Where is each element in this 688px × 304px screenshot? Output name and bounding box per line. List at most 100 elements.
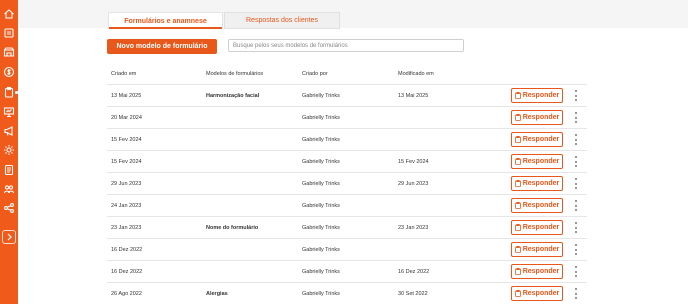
- respond-button[interactable]: Responder: [511, 88, 563, 103]
- respond-button[interactable]: Responder: [511, 110, 563, 125]
- created-by: Gabrielly Trinks: [302, 181, 340, 187]
- table-row[interactable]: 20 Mar 2024 Gabrielly Trinks Responder: [107, 106, 587, 128]
- created-by: Gabrielly Trinks: [302, 247, 340, 253]
- respond-button[interactable]: Responder: [511, 154, 563, 169]
- share-icon[interactable]: [3, 202, 15, 214]
- created-date: 20 Mar 2024: [111, 115, 142, 121]
- table-row[interactable]: 15 Fev 2024 Gabrielly Trinks 15 Fev 2024 Re…: [107, 150, 587, 172]
- created-by: Gabrielly Trinks: [302, 159, 340, 165]
- settings-icon[interactable]: [3, 144, 15, 156]
- tab-client-responses[interactable]: Respostas dos clientes: [224, 12, 340, 29]
- created-date: 29 Jun 2023: [111, 181, 142, 187]
- main-content: Formulários e anamnese Respostas dos cli…: [18, 0, 688, 304]
- created-by: Gabrielly Trinks: [302, 115, 340, 121]
- respond-label: Responder: [522, 224, 560, 231]
- more-options-icon[interactable]: [573, 134, 579, 145]
- clipboard-icon: [514, 158, 521, 165]
- header-modified[interactable]: Modificado em: [398, 71, 434, 77]
- store-icon[interactable]: [3, 46, 15, 58]
- clipboard-icon: [514, 136, 521, 143]
- sidebar: [0, 0, 18, 304]
- more-options-icon[interactable]: [573, 288, 579, 299]
- tab-forms[interactable]: Formulários e anamnese: [108, 12, 223, 29]
- home-icon[interactable]: [3, 8, 15, 20]
- created-date: 15 Fev 2024: [111, 159, 142, 165]
- respond-button[interactable]: Responder: [511, 176, 563, 191]
- created-date: 15 Fev 2024: [111, 137, 142, 143]
- respond-button[interactable]: Responder: [511, 242, 563, 257]
- table-header: Criado em Modelos de formulários Criado …: [107, 71, 587, 81]
- modified-date: 30 Set 2022: [398, 291, 428, 297]
- more-options-icon[interactable]: [573, 178, 579, 189]
- table-row[interactable]: 16 Dez 2022 Gabrielly Trinks 16 Dez 2022 Re…: [107, 260, 587, 282]
- created-by: Gabrielly Trinks: [302, 269, 340, 275]
- more-options-icon[interactable]: [573, 156, 579, 167]
- form-template-name: Harmonização facial: [206, 93, 260, 99]
- clipboard-icon: [514, 180, 521, 187]
- created-by: Gabrielly Trinks: [302, 93, 340, 99]
- respond-label: Responder: [522, 246, 560, 253]
- respond-button[interactable]: Responder: [511, 132, 563, 147]
- dollar-icon[interactable]: [3, 66, 15, 78]
- search-input[interactable]: Busque pelos seus modelos de formulários: [228, 39, 464, 52]
- more-options-icon[interactable]: [573, 244, 579, 255]
- respond-label: Responder: [522, 158, 560, 165]
- form-template-name: Alergias: [206, 291, 228, 297]
- document-list-icon[interactable]: [3, 164, 15, 176]
- header-created[interactable]: Criado em: [111, 71, 136, 77]
- respond-label: Responder: [522, 268, 560, 275]
- catalog-icon[interactable]: [3, 27, 15, 39]
- respond-button[interactable]: Responder: [511, 264, 563, 279]
- megaphone-icon[interactable]: [3, 125, 15, 137]
- header-created-by[interactable]: Criado por: [302, 71, 328, 77]
- created-by: Gabrielly Trinks: [302, 291, 340, 297]
- respond-label: Responder: [522, 92, 560, 99]
- table-row[interactable]: 13 Mai 2025 Harmonização facial Gabrielly …: [107, 84, 587, 106]
- new-form-template-button[interactable]: Novo modelo de formulário: [107, 39, 217, 54]
- table-row[interactable]: 24 Jan 2023 Gabrielly Trinks Responder: [107, 194, 587, 216]
- modified-date: 16 Dez 2022: [398, 269, 430, 275]
- expand-sidebar-button[interactable]: [2, 230, 16, 244]
- created-date: 24 Jan 2023: [111, 203, 142, 209]
- more-options-icon[interactable]: [573, 266, 579, 277]
- table-row[interactable]: 23 Jan 2023 Nome do formulário Gabrielly T…: [107, 216, 587, 238]
- created-by: Gabrielly Trinks: [302, 137, 340, 143]
- respond-button[interactable]: Responder: [511, 220, 563, 235]
- created-date: 16 Dez 2022: [111, 247, 143, 253]
- respond-label: Responder: [522, 180, 560, 187]
- clipboard-icon: [514, 202, 521, 209]
- header-model[interactable]: Modelos de formulários: [206, 71, 263, 77]
- form-template-name: Nome do formulário: [206, 225, 259, 231]
- respond-label: Responder: [522, 290, 560, 297]
- respond-button[interactable]: Responder: [511, 286, 563, 301]
- created-date: 13 Mai 2025: [111, 93, 142, 99]
- modified-date: 15 Fev 2024: [398, 159, 429, 165]
- chevron-right-icon: [7, 233, 12, 241]
- more-options-icon[interactable]: [573, 90, 579, 101]
- created-date: 26 Ago 2022: [111, 291, 142, 297]
- group-icon[interactable]: [3, 183, 15, 195]
- table-row[interactable]: 16 Dez 2022 Gabrielly Trinks Responder: [107, 238, 587, 260]
- clipboard-icon[interactable]: [3, 86, 15, 98]
- presentation-icon[interactable]: [3, 106, 15, 118]
- more-options-icon[interactable]: [573, 222, 579, 233]
- respond-label: Responder: [522, 114, 560, 121]
- modified-date: 23 Jan 2023: [398, 225, 429, 231]
- clipboard-icon: [514, 268, 521, 275]
- more-options-icon[interactable]: [573, 112, 579, 123]
- created-date: 16 Dez 2022: [111, 269, 143, 275]
- clipboard-icon: [514, 246, 521, 253]
- table-row[interactable]: 26 Ago 2022 Alergias Gabrielly Trinks 30 Se…: [107, 282, 587, 304]
- tab-bar: Formulários e anamnese Respostas dos cli…: [18, 0, 688, 29]
- more-options-icon[interactable]: [573, 200, 579, 211]
- clipboard-icon: [514, 92, 521, 99]
- created-by: Gabrielly Trinks: [302, 203, 340, 209]
- created-by: Gabrielly Trinks: [302, 225, 340, 231]
- clipboard-icon: [514, 224, 521, 231]
- modified-date: 13 Mai 2025: [398, 93, 429, 99]
- clipboard-icon: [514, 114, 521, 121]
- created-date: 23 Jan 2023: [111, 225, 142, 231]
- table-row[interactable]: 15 Fev 2024 Gabrielly Trinks Responder: [107, 128, 587, 150]
- respond-button[interactable]: Responder: [511, 198, 563, 213]
- table-row[interactable]: 29 Jun 2023 Gabrielly Trinks 29 Jun 2023 Re…: [107, 172, 587, 194]
